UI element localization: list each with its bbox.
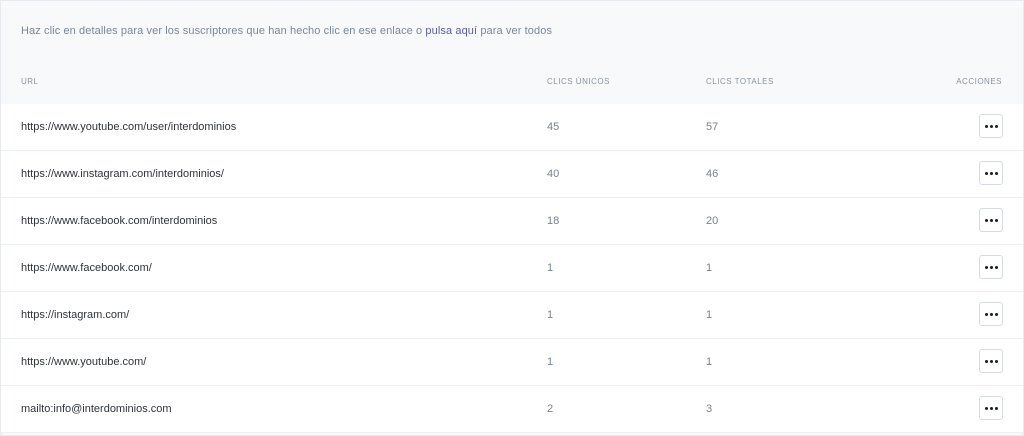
- total-clicks-cell: 1: [706, 262, 713, 274]
- see-all-link[interactable]: pulsa aquí: [425, 25, 477, 37]
- links-panel: Haz clic en detalles para ver los suscri…: [0, 0, 1024, 436]
- url-cell: https://www.youtube.com/user/interdomini…: [21, 121, 237, 133]
- row-actions-button[interactable]: [979, 396, 1003, 420]
- row-actions-button[interactable]: [979, 349, 1003, 373]
- info-text: Haz clic en detalles para ver los suscri…: [21, 25, 552, 37]
- unique-clicks-cell: 40: [547, 168, 560, 180]
- row-actions-button[interactable]: [979, 302, 1003, 326]
- info-text-after: para ver todos: [477, 25, 553, 37]
- table-row: https://www.facebook.com/interdominios 1…: [1, 198, 1023, 245]
- unique-clicks-cell: 1: [547, 309, 554, 321]
- row-actions-button[interactable]: [979, 208, 1003, 232]
- table-row: https://instagram.com/ 1 1: [1, 292, 1023, 339]
- more-horizontal-icon: [984, 265, 998, 269]
- table-row: https://www.instagram.com/interdominios/…: [1, 151, 1023, 198]
- total-clicks-cell: 1: [706, 356, 713, 368]
- column-header-total-clicks: CLICS TOTALES: [706, 77, 774, 86]
- total-clicks-cell: 57: [706, 121, 719, 133]
- total-clicks-cell: 3: [706, 403, 713, 415]
- more-horizontal-icon: [984, 312, 998, 316]
- column-header-unique-clicks: CLICS ÚNICOS: [547, 77, 610, 86]
- more-horizontal-icon: [984, 171, 998, 175]
- url-cell: https://instagram.com/: [21, 309, 130, 321]
- row-actions-button[interactable]: [979, 255, 1003, 279]
- table-row: https://www.youtube.com/ 1 1: [1, 339, 1023, 386]
- total-clicks-cell: 20: [706, 215, 719, 227]
- table-body: https://www.youtube.com/user/interdomini…: [1, 104, 1023, 433]
- row-actions-button[interactable]: [979, 161, 1003, 185]
- unique-clicks-cell: 1: [547, 356, 554, 368]
- more-horizontal-icon: [984, 406, 998, 410]
- table-row: mailto:info@interdominios.com 2 3: [1, 386, 1023, 433]
- more-horizontal-icon: [984, 124, 998, 128]
- unique-clicks-cell: 2: [547, 403, 554, 415]
- table-row: https://www.youtube.com/user/interdomini…: [1, 104, 1023, 151]
- url-cell: https://www.facebook.com/interdominios: [21, 215, 218, 227]
- unique-clicks-cell: 1: [547, 262, 554, 274]
- unique-clicks-cell: 18: [547, 215, 560, 227]
- url-cell: mailto:info@interdominios.com: [21, 403, 172, 415]
- url-cell: https://www.instagram.com/interdominios/: [21, 168, 224, 180]
- column-header-actions: ACCIONES: [956, 77, 1002, 86]
- more-horizontal-icon: [984, 218, 998, 222]
- unique-clicks-cell: 45: [547, 121, 560, 133]
- table-row: https://www.facebook.com/ 1 1: [1, 245, 1023, 292]
- more-horizontal-icon: [984, 359, 998, 363]
- info-text-before: Haz clic en detalles para ver los suscri…: [21, 25, 426, 37]
- url-cell: https://www.facebook.com/: [21, 262, 152, 274]
- table-header: URL CLICS ÚNICOS CLICS TOTALES ACCIONES: [1, 61, 1023, 103]
- row-actions-button[interactable]: [979, 114, 1003, 138]
- total-clicks-cell: 1: [706, 309, 713, 321]
- url-cell: https://www.youtube.com/: [21, 356, 147, 368]
- column-header-url: URL: [21, 77, 39, 86]
- total-clicks-cell: 46: [706, 168, 719, 180]
